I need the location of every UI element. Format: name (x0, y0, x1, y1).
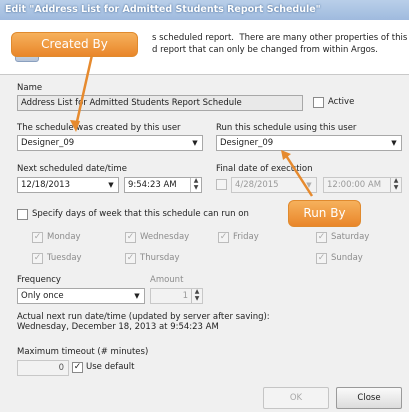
next-run-time-field[interactable]: 9:54:23 AM ▲ ▼ (124, 177, 202, 193)
amount-value: 1 (182, 291, 188, 301)
tuesday-label: Tuesday (47, 253, 82, 263)
frequency-value: Only once (21, 291, 64, 301)
specify-days-label: Specify days of week that this schedule … (32, 209, 249, 219)
use-default-label: Use default (86, 362, 135, 372)
time-spinner[interactable]: ▲ ▼ (390, 178, 401, 192)
next-run-date-field[interactable]: 12/18/2013 ▼ (17, 177, 119, 193)
name-label: Name (17, 83, 43, 93)
chevron-down-icon: ▼ (134, 292, 140, 300)
next-run-time: 9:54:23 AM (128, 180, 177, 190)
thursday-label: Thursday (140, 253, 180, 263)
timeout-field[interactable]: 0 (17, 360, 69, 376)
run-by-callout: Run By (288, 200, 361, 227)
window-titlebar[interactable]: Edit "Address List for Admitted Students… (0, 0, 409, 21)
amount-spinner[interactable]: ▲ ▼ (191, 289, 202, 303)
saturday-checkbox[interactable]: ✓ (316, 232, 327, 243)
frequency-select[interactable]: Only once ▼ (17, 288, 145, 304)
created-by-select[interactable]: Designer_09 ▼ (17, 135, 203, 151)
next-run-date: 12/18/2013 (21, 180, 70, 190)
run-as-label: Run this schedule using this user (216, 123, 357, 133)
ok-button[interactable]: OK (263, 387, 329, 409)
created-by-label: The schedule was created by this user (17, 123, 181, 133)
created-by-callout: Created By (11, 32, 138, 57)
wednesday-checkbox[interactable]: ✓ (125, 232, 136, 243)
chevron-down-icon: ▼ (306, 181, 312, 189)
final-run-time: 12:00:00 AM (327, 180, 382, 190)
monday-label: Monday (47, 232, 81, 242)
close-button[interactable]: Close (336, 387, 402, 409)
wednesday-label: Wednesday (140, 232, 190, 242)
time-spinner[interactable]: ▲ ▼ (190, 178, 201, 192)
frequency-label: Frequency (17, 275, 61, 285)
specify-days-checkbox[interactable] (17, 209, 28, 220)
run-as-select[interactable]: Designer_09 ▼ (216, 135, 402, 151)
sunday-label: Sunday (331, 253, 363, 263)
chevron-down-icon: ▼ (192, 139, 198, 147)
tuesday-checkbox[interactable]: ✓ (32, 253, 43, 264)
use-default-checkbox[interactable]: ✓ (72, 362, 83, 373)
actual-next-run-label: Actual next run date/time (updated by se… (17, 312, 270, 322)
name-field[interactable]: Address List for Admitted Students Repor… (17, 95, 303, 111)
sunday-checkbox[interactable]: ✓ (316, 253, 327, 264)
friday-checkbox[interactable]: ✓ (218, 232, 229, 243)
saturday-label: Saturday (331, 232, 370, 242)
final-run-checkbox[interactable] (216, 179, 227, 190)
final-run-time-field[interactable]: 12:00:00 AM ▲ ▼ (323, 177, 402, 193)
final-run-label: Final date of execution (216, 164, 313, 174)
created-by-value: Designer_09 (21, 138, 75, 148)
final-run-date: 4/28/2015 (235, 180, 279, 190)
active-checkbox[interactable] (313, 97, 324, 108)
amount-label: Amount (150, 275, 184, 285)
next-run-label: Next scheduled date/time (17, 164, 127, 174)
thursday-checkbox[interactable]: ✓ (125, 253, 136, 264)
info-text: s scheduled report. There are many other… (152, 33, 408, 55)
actual-next-run-value: Wednesday, December 18, 2013 at 9:54:23 … (17, 322, 219, 332)
window-title: Edit "Address List for Admitted Students… (5, 4, 321, 15)
run-as-value: Designer_09 (220, 138, 274, 148)
chevron-down-icon: ▼ (391, 139, 397, 147)
chevron-down-icon: ▼ (108, 181, 114, 189)
monday-checkbox[interactable]: ✓ (32, 232, 43, 243)
timeout-label: Maximum timeout (# minutes) (17, 347, 149, 357)
active-label: Active (328, 97, 355, 107)
amount-stepper[interactable]: 1 ▲ ▼ (150, 288, 203, 304)
friday-label: Friday (233, 232, 259, 242)
final-run-date-field[interactable]: 4/28/2015 ▼ (231, 177, 317, 193)
